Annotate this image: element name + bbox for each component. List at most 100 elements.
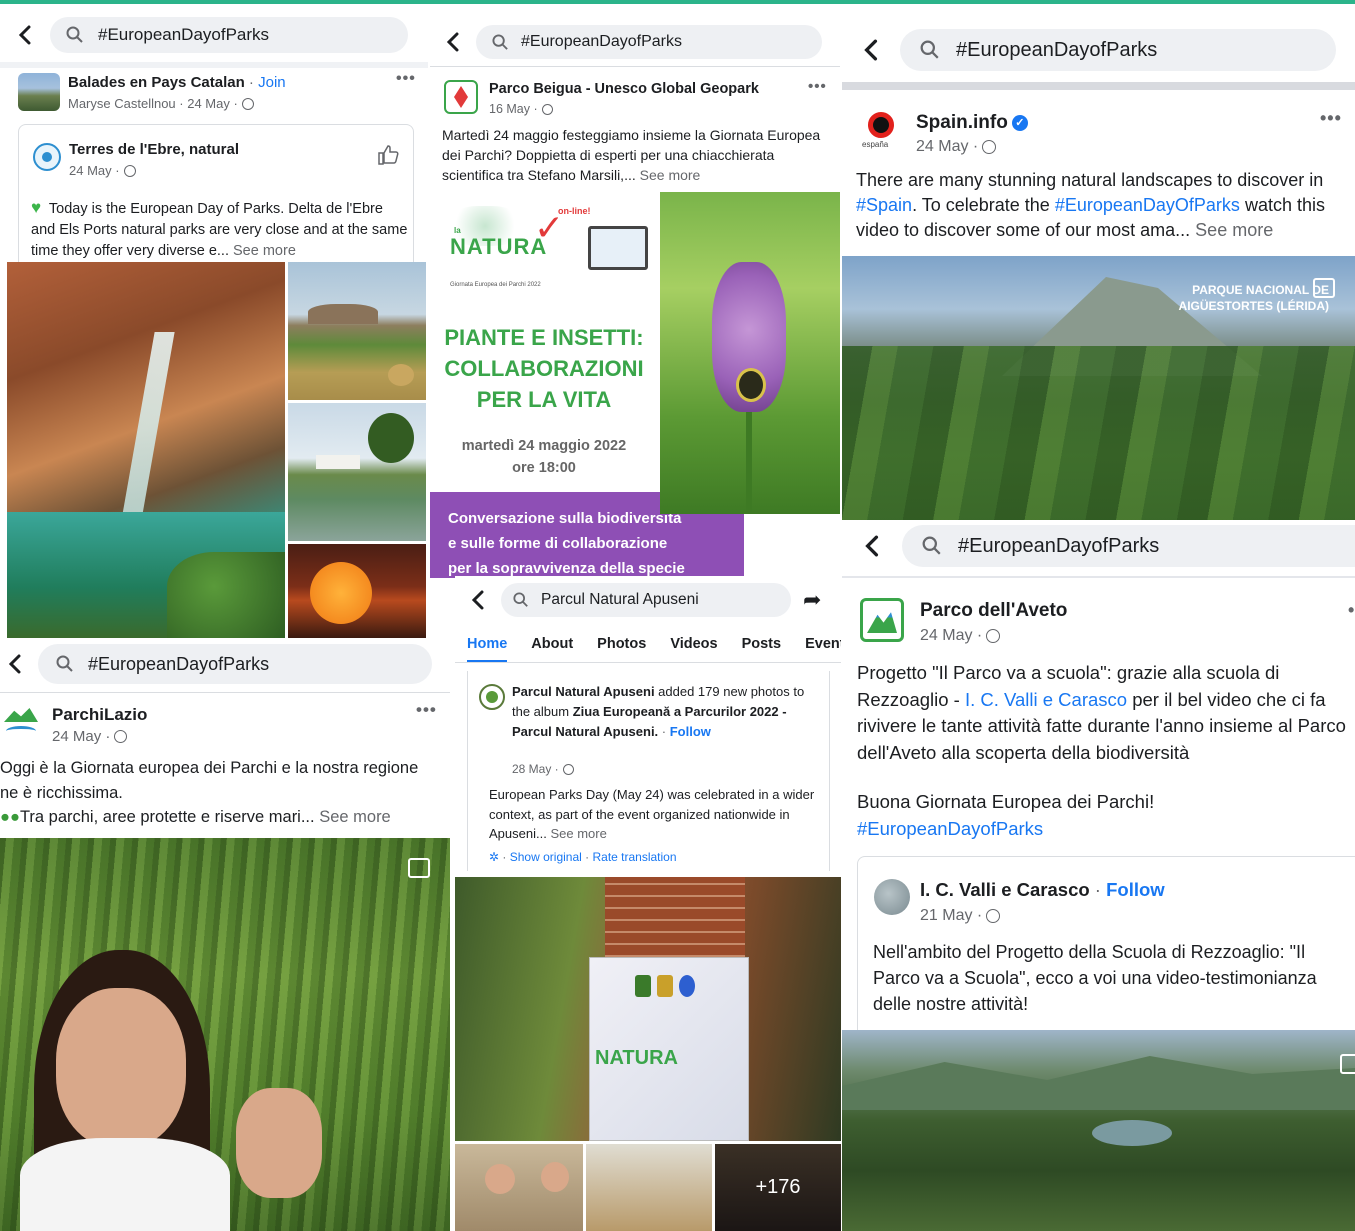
shared-post-card[interactable]: I. C. Valli e Carasco · Follow 21 May · … [857, 856, 1355, 1036]
back-button[interactable] [455, 582, 501, 618]
page-avatar[interactable]: españa [858, 110, 904, 156]
shared-post-card[interactable]: Terres de l'Ebre, natural 24 May · ♥ Tod… [18, 124, 414, 264]
group-name[interactable]: Balades en Pays Catalan [68, 74, 245, 91]
back-button[interactable] [0, 16, 50, 54]
poster-headline: PIANTE E INSETTI: COLLABORAZIONI PER LA … [444, 325, 644, 412]
photo-event-banner[interactable]: NATURA [455, 877, 841, 1141]
see-more-link[interactable]: See more [640, 167, 701, 183]
more-options-button[interactable]: ••• [396, 70, 416, 88]
shared-page-name[interactable]: Terres de l'Ebre, natural [69, 141, 239, 158]
pip-icon[interactable] [408, 858, 430, 878]
photo-orchid[interactable] [660, 192, 840, 514]
shared-meta: 21 May · [920, 907, 983, 924]
more-options-button[interactable]: ••• [808, 78, 827, 95]
page-name[interactable]: Parco Beigua - Unesco Global Geopark [489, 81, 759, 97]
panel-spain-info: #EuropeanDayofParks españa Spain.info ✓ 2… [842, 22, 1355, 520]
see-more-link[interactable]: See more [319, 808, 391, 826]
banner-brand: NATURA [595, 1047, 678, 1069]
page-avatar[interactable] [860, 598, 904, 642]
post-text: Progetto "Il Parco va a scuola": grazie … [857, 662, 1346, 763]
group-avatar[interactable] [18, 73, 60, 111]
video-mountain-lake[interactable] [842, 1030, 1355, 1231]
video-aiguestortes[interactable]: PARQUE NACIONAL DE AIGÜESTORTES (LÉRIDA) [842, 256, 1355, 520]
page-avatar[interactable] [444, 80, 478, 114]
page-name[interactable]: Parcul Natural Apuseni [512, 684, 655, 699]
back-button[interactable] [0, 644, 30, 684]
globe-icon [123, 164, 136, 177]
pip-icon[interactable] [1340, 1054, 1355, 1074]
divider [0, 692, 450, 693]
tab-events[interactable]: Events [805, 636, 841, 663]
hashtag-link[interactable]: #EuropeanDayOfParks [1055, 195, 1240, 215]
search-text: #EuropeanDayofParks [88, 653, 270, 674]
more-options-button[interactable]: • [1348, 600, 1355, 621]
back-button[interactable] [430, 24, 476, 60]
more-options-button[interactable]: ••• [416, 700, 437, 720]
hashtag-link[interactable]: #EuropeanDayofParks [857, 818, 1043, 840]
chevron-left-icon [446, 32, 459, 52]
separator-dot: · [244, 74, 259, 91]
more-photos-count[interactable]: +176 [715, 1144, 841, 1231]
shared-meta: 24 May · [69, 163, 120, 178]
more-options-button[interactable]: ••• [1320, 108, 1342, 129]
post-text: There are many stunning natural landscap… [856, 170, 1325, 240]
photo-rice-field[interactable] [288, 403, 426, 541]
page-avatar[interactable] [2, 704, 40, 740]
see-more-link[interactable]: See more [233, 243, 296, 259]
follow-button[interactable]: Follow [1106, 879, 1165, 900]
search-input[interactable]: #EuropeanDayofParks [900, 29, 1336, 71]
pip-icon[interactable] [1313, 278, 1335, 298]
search-icon [920, 40, 939, 59]
search-input[interactable]: Parcul Natural Apuseni [501, 583, 791, 617]
follow-button[interactable]: Follow [670, 724, 711, 739]
page-name[interactable]: Spain.info [916, 112, 1008, 133]
page-name[interactable]: Parco dell'Aveto [920, 600, 1067, 622]
see-more-link[interactable]: See more [550, 826, 606, 841]
post-meta: 28 May · [512, 762, 559, 776]
search-input[interactable]: #EuropeanDayofParks [38, 644, 432, 684]
green-heart-icon: ♥ [31, 198, 42, 217]
tagged-page-link[interactable]: I. C. Valli e Carasco [965, 689, 1127, 710]
post-meta: 24 May · [52, 728, 111, 745]
like-icon[interactable] [376, 143, 400, 167]
back-button[interactable] [842, 28, 900, 72]
join-button[interactable]: Join [258, 74, 286, 91]
tab-photos[interactable]: Photos [597, 636, 646, 663]
post-header: Parcul Natural Apuseni added 179 new pho… [512, 684, 805, 739]
shared-page-name[interactable]: I. C. Valli e Carasco [920, 879, 1090, 900]
event-poster[interactable]: la NATURA Giornata Europea dei Parchi 20… [430, 192, 658, 492]
divider [455, 662, 841, 663]
hashtag-link[interactable]: #Spain [856, 195, 912, 215]
tab-posts[interactable]: Posts [742, 636, 782, 663]
rate-translation-link[interactable]: Rate translation [592, 850, 676, 864]
show-original-link[interactable]: Show original [510, 850, 582, 864]
globe-icon [241, 97, 254, 110]
search-text: #EuropeanDayofParks [958, 534, 1160, 557]
search-input[interactable]: #EuropeanDayofParks [902, 525, 1355, 567]
checkmark-icon: ✓ [534, 207, 565, 248]
tab-home[interactable]: Home [467, 636, 508, 663]
photo-thumb-2[interactable] [586, 1144, 712, 1231]
photo-rocks-field[interactable] [288, 262, 426, 400]
back-button[interactable] [842, 524, 902, 568]
photo-thumb-1[interactable] [455, 1144, 583, 1231]
page-avatar[interactable] [479, 684, 505, 710]
tab-videos[interactable]: Videos [670, 636, 717, 663]
see-more-link[interactable]: See more [1195, 220, 1273, 240]
gear-icon: ✲ [489, 850, 500, 864]
video-girl-reeds[interactable] [0, 838, 450, 1231]
search-input[interactable]: #EuropeanDayofParks [476, 25, 822, 59]
photo-waterfall[interactable] [7, 262, 285, 638]
photo-sunset[interactable] [288, 544, 426, 638]
globe-icon [986, 629, 1001, 643]
share-icon[interactable]: ➦ [803, 587, 821, 613]
tab-about[interactable]: About [531, 636, 573, 663]
chevron-left-icon [865, 535, 879, 557]
chevron-left-icon [8, 654, 21, 674]
photo-thumb-3[interactable]: +176 [715, 1144, 841, 1231]
search-icon [56, 655, 73, 672]
logo-text: españa [862, 140, 889, 149]
search-input[interactable]: #EuropeanDayofParks [50, 17, 408, 53]
panel-beigua: #EuropeanDayofParks Parco Beigua - Unesc… [430, 14, 840, 578]
page-name[interactable]: ParchiLazio [52, 705, 147, 725]
